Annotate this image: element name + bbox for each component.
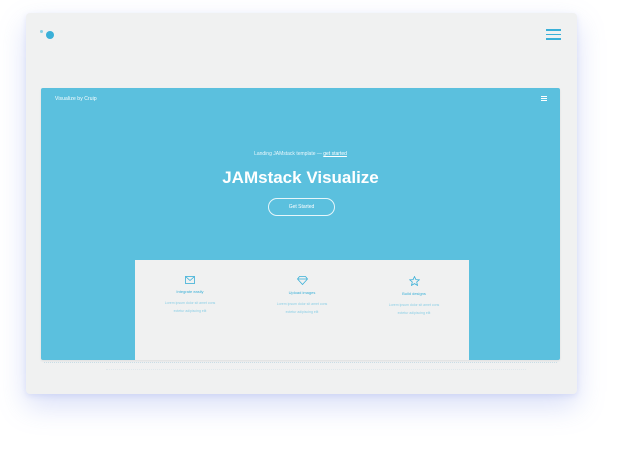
feature-upload: Upload images Lorem ipsum dolor sit amet… [247,276,357,316]
get-started-button[interactable]: Get Started [268,198,335,216]
browser-window: Visualize by Cruip Landing JAMstack temp… [26,13,577,394]
star-icon [408,276,420,286]
feature-title: Integrate easily [176,289,204,294]
divider [44,362,557,363]
dots-logo-icon[interactable] [40,29,54,39]
feature-integrate: Integrate easily Lorem ipsum dolor sit a… [135,276,245,315]
feature-build: Build designs Lorem ipsum dolor sit amet… [359,276,469,317]
feature-desc-line2: ectetur adipiscing elit [285,310,319,314]
site-preview: Visualize by Cruip Landing JAMstack temp… [41,88,560,360]
nav-brand[interactable]: Visualize by Cruip [55,96,97,102]
feature-desc-line1: Lorem ipsum dolor sit amet cons [276,302,328,306]
envelope-icon [185,276,195,284]
feature-desc-line1: Lorem ipsum dolor sit amet cons [164,301,216,305]
hero-title: JAMstack Visualize [222,168,379,187]
divider [106,369,526,370]
tagline-link[interactable]: get started [323,151,347,157]
feature-title: Upload images [288,290,316,295]
feature-desc-line2: ectetur adipiscing elit [397,311,431,315]
nav-hamburger-icon[interactable] [541,96,547,101]
hamburger-icon[interactable] [546,29,561,40]
diamond-icon [296,276,308,285]
features-panel: Integrate easily Lorem ipsum dolor sit a… [135,260,469,360]
feature-desc-line1: Lorem ipsum dolor sit amet cons [388,303,440,307]
tagline-text: Landing JAMstack template [254,151,316,157]
hero-tagline: Landing JAMstack template — get started [254,151,347,157]
feature-title: Build designs [402,291,426,296]
feature-desc-line2: ectetur adipiscing elit [173,309,207,313]
